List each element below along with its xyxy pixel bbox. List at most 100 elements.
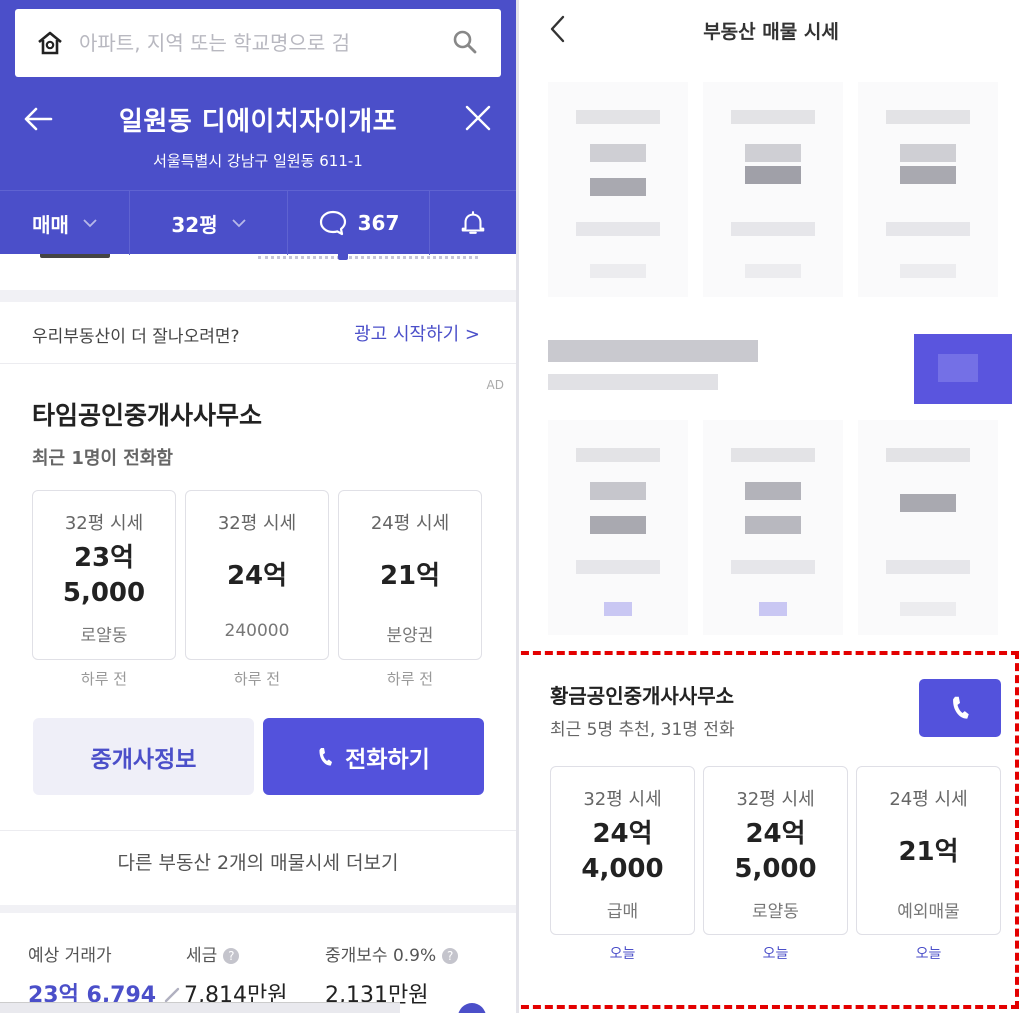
- price-card-value: 24억: [186, 559, 328, 594]
- section-divider: [0, 290, 516, 302]
- chevron-down-icon: [83, 219, 97, 228]
- filter-tabs: 매매 32평 367: [0, 190, 516, 255]
- cut-off-text: [40, 254, 110, 258]
- price-card-note: 급매: [606, 902, 639, 922]
- price-card-time: 오늘: [609, 946, 636, 962]
- price-line: 5,000: [62, 578, 146, 608]
- price-line: 21억: [379, 561, 441, 591]
- price-card-time: 하루 전: [80, 670, 128, 688]
- price-card-list: 32평 시세 24억 4,000 급매 32평 시세 24억 5,000 로얄동…: [550, 766, 1001, 935]
- price-card-label: 32평 시세: [64, 513, 144, 534]
- help-icon[interactable]: ?: [223, 948, 240, 964]
- apartment-name: 일원동 디에이치자이개포: [118, 107, 398, 137]
- header: 부동산 매물 시세: [519, 0, 1023, 62]
- ad-promo-row: 우리부동산이 더 잘나오려면? 광고 시작하기 >: [0, 302, 516, 364]
- price-card[interactable]: 24평 시세 21억 분양권: [338, 490, 482, 660]
- deal-type-label: 매매: [32, 212, 69, 237]
- agency-recent-activity: 최근 1명이 전화함: [32, 448, 173, 469]
- price-card-label: 32평 시세: [583, 789, 662, 810]
- dotted-line: [258, 256, 478, 259]
- price-card[interactable]: 32평 시세 24억 240000: [185, 490, 329, 660]
- browser-status-bar: [0, 1002, 400, 1013]
- cut-off-marker: [338, 254, 348, 260]
- price-line: 24억: [592, 819, 653, 849]
- call-button[interactable]: 전화하기: [263, 718, 484, 795]
- blurred-listings-bottom: [548, 420, 998, 635]
- apartment-address: 서울특별시 강남구 일원동 611-1: [153, 152, 363, 170]
- apartment-detail-screen: 일원동 디에이치자이개포 서울특별시 강남구 일원동 611-1 매매 32평 …: [0, 0, 516, 1013]
- price-card-list: 32평 시세 23억 5,000 로얄동 32평 시세 24억 240000 2…: [32, 490, 482, 660]
- price-card-value: 24억 4,000: [551, 817, 694, 887]
- page-title: 부동산 매물 시세: [703, 21, 839, 43]
- price-card-value: 21억: [857, 835, 1000, 870]
- price-line: 5,000: [734, 854, 817, 884]
- price-card-value: 24억 5,000: [704, 817, 847, 887]
- call-button[interactable]: [919, 679, 1001, 737]
- price-card-time: 하루 전: [233, 670, 281, 688]
- notification-tab[interactable]: [430, 191, 516, 255]
- call-button-label: 전화하기: [345, 746, 430, 773]
- price-card[interactable]: 32평 시세 24억 5,000 로얄동: [703, 766, 848, 935]
- price-line: 23억: [73, 543, 135, 573]
- chevron-down-icon: [231, 219, 246, 228]
- price-card-note: 예외매물: [897, 902, 960, 922]
- price-line: 24억: [226, 561, 288, 591]
- more-listings-link[interactable]: 다른 부동산 2개의 매물시세 더보기: [0, 830, 516, 894]
- search-bar[interactable]: [15, 9, 501, 77]
- market-price-screen: 부동산 매물 시세 황금공인중개사사무소 최근 5명 추천, 31명 전화 32…: [519, 0, 1023, 1013]
- price-card-timestamps: 오늘 오늘 오늘: [550, 943, 1001, 963]
- bell-icon: [461, 211, 485, 234]
- ad-prompt-text: 우리부동산이 더 잘나오려면?: [32, 327, 240, 347]
- agency-name: 타임공인중개사사무소: [32, 401, 263, 430]
- price-card-timestamps: 하루 전 하루 전 하루 전: [32, 668, 482, 689]
- price-card[interactable]: 32평 시세 24억 4,000 급매: [550, 766, 695, 935]
- help-icon[interactable]: ?: [442, 948, 459, 964]
- tax-label: 세금: [186, 946, 218, 966]
- blurred-agency-row: [548, 334, 1013, 409]
- ad-badge: AD: [486, 378, 504, 392]
- price-card-time: 오늘: [915, 946, 942, 962]
- price-line: 21억: [898, 837, 959, 867]
- comments-tab[interactable]: 367: [288, 191, 430, 255]
- phone-icon: [953, 696, 969, 719]
- price-card-value: 23억 5,000: [33, 541, 175, 611]
- price-card-label: 32평 시세: [736, 789, 815, 810]
- speech-bubble-icon: [319, 210, 346, 236]
- phone-icon: [319, 747, 333, 766]
- blurred-listings-top: [548, 82, 998, 297]
- price-card-note: 240000: [224, 621, 290, 641]
- scrolled-content-edge: [0, 254, 516, 272]
- home-icon[interactable]: [35, 28, 65, 58]
- price-card-label: 24평 시세: [889, 789, 968, 810]
- price-card[interactable]: 24평 시세 21억 예외매물: [856, 766, 1001, 935]
- price-card-note: 로얄동: [752, 902, 799, 922]
- price-card-note: 로얄동: [80, 626, 128, 646]
- start-ad-link[interactable]: 광고 시작하기 >: [354, 320, 480, 346]
- price-line: 4,000: [581, 854, 664, 884]
- fee-label: 중개보수 0.9%: [325, 946, 437, 966]
- price-line: 24억: [745, 819, 806, 849]
- price-card-note: 분양권: [386, 626, 434, 646]
- size-dropdown[interactable]: 32평: [130, 191, 288, 255]
- search-input[interactable]: [79, 31, 439, 55]
- deal-type-dropdown[interactable]: 매매: [0, 191, 130, 255]
- agency-stats: 최근 5명 추천, 31명 전화: [550, 720, 735, 740]
- agency-info-button[interactable]: 중개사정보: [33, 718, 254, 795]
- fee-label-group: 중개보수 0.9%?: [325, 941, 459, 966]
- estimate-section: 예상 거래가 세금? 중개보수 0.9%? 23억 6,794 7,814만원 …: [0, 905, 516, 1013]
- price-card-time: 하루 전: [386, 670, 434, 688]
- price-card[interactable]: 32평 시세 23억 5,000 로얄동: [32, 490, 176, 660]
- agency-name: 황금공인중개사사무소: [550, 684, 734, 708]
- search-icon[interactable]: [451, 28, 479, 56]
- header: 일원동 디에이치자이개포 서울특별시 강남구 일원동 611-1 매매 32평 …: [0, 0, 516, 255]
- size-label: 32평: [171, 212, 218, 237]
- edit-pencil-icon[interactable]: [164, 987, 180, 1003]
- comment-count: 367: [357, 211, 400, 235]
- price-card-time: 오늘: [762, 946, 789, 962]
- title-bar: 일원동 디에이치자이개포 서울특별시 강남구 일원동 611-1: [0, 92, 516, 182]
- price-card-label: 24평 시세: [370, 513, 450, 534]
- close-icon[interactable]: [464, 104, 492, 132]
- estimated-price-label: 예상 거래가: [28, 946, 112, 966]
- price-card-value: 21억: [339, 559, 481, 594]
- price-card-label: 32평 시세: [217, 513, 297, 534]
